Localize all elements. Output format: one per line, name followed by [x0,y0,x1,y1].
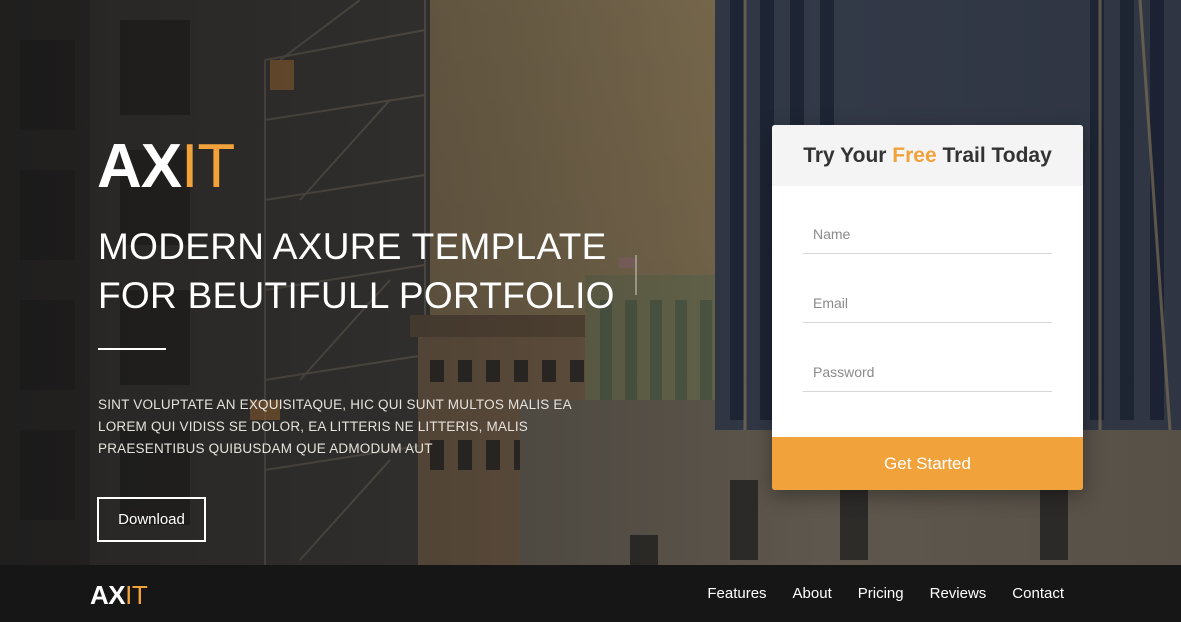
get-started-button[interactable]: Get Started [772,437,1083,490]
hero-divider [98,348,166,350]
nav-item-reviews[interactable]: Reviews [930,585,987,602]
logo-accent-text: IT [181,132,235,201]
hero-logo: AXIT [97,136,235,198]
nav-item-contact[interactable]: Contact [1012,585,1064,602]
logo-main-text: AX [97,132,182,201]
hero-headline-line-1: MODERN AXURE TEMPLATE [98,226,607,267]
name-input[interactable] [803,214,1052,254]
password-input[interactable] [803,352,1052,392]
footer-logo-main: AX [90,580,126,610]
signup-title-after: Trail Today [936,143,1052,167]
footer-navbar: AXIT Features About Pricing Reviews Cont… [0,565,1181,622]
hero-headline-line-2: FOR BEUTIFULL PORTFOLIO [98,275,615,316]
signup-card-title: Try Your Free Trail Today [772,125,1083,186]
footer-logo-accent: IT [125,580,148,610]
email-input[interactable] [803,283,1052,323]
hero-headline: MODERN AXURE TEMPLATE FOR BEUTIFULL PORT… [98,222,618,320]
hero-description: SINT VOLUPTATE AN EXQUISITAQUE, HIC QUI … [98,397,572,456]
nav-item-about[interactable]: About [793,585,832,602]
signup-title-before: Try Your [803,143,893,167]
nav-item-features[interactable]: Features [707,585,766,602]
signup-title-accent: Free [892,143,937,167]
download-button[interactable]: Download [97,497,206,542]
footer-logo[interactable]: AXIT [90,580,148,611]
nav-item-pricing[interactable]: Pricing [858,585,904,602]
footer-nav-links: Features About Pricing Reviews Contact [681,565,1064,622]
